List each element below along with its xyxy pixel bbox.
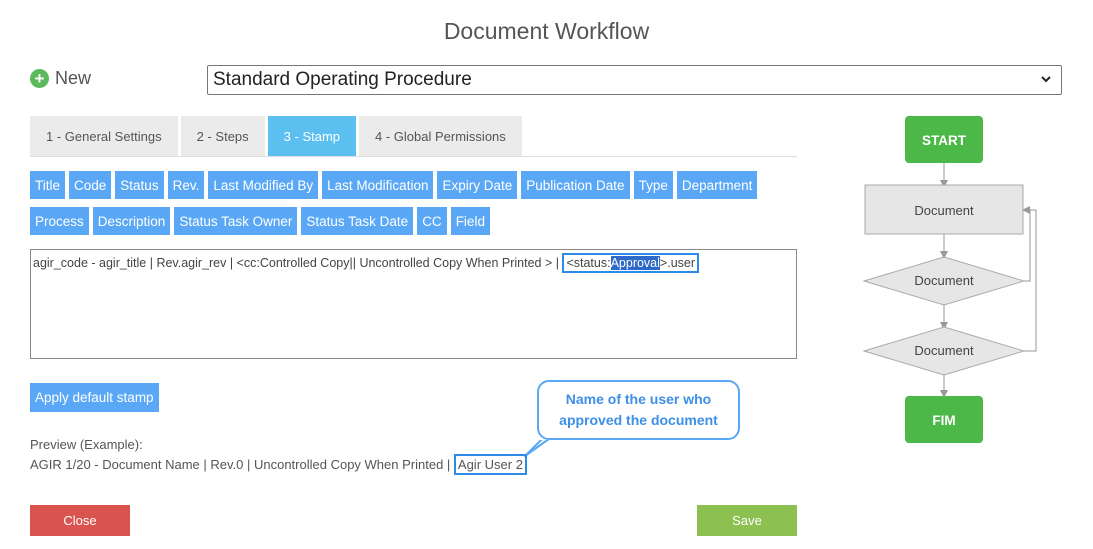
flow-decision-label-2: Document [914, 343, 974, 358]
field-button-description[interactable]: Description [92, 207, 171, 235]
field-buttons-row-2: Process Description Status Task Owner St… [30, 207, 490, 235]
flow-decision-label-1: Document [914, 273, 974, 288]
preview-label: Preview (Example): [30, 437, 143, 452]
close-button[interactable]: Close [30, 505, 130, 536]
tab-label: 3 - Stamp [283, 128, 341, 144]
status-token-selection: Approval [610, 256, 660, 270]
field-button-expiry-date[interactable]: Expiry Date [437, 171, 518, 199]
tab-general-settings[interactable]: 1 - General Settings [30, 116, 178, 156]
preview-text: AGIR 1/20 - Document Name | Rev.0 | Unco… [30, 454, 527, 475]
tab-global-permissions[interactable]: 4 - Global Permissions [359, 116, 522, 156]
workflow-diagram: START Document Document Document FIM [850, 110, 1050, 455]
flow-start-label: START [922, 133, 966, 148]
tab-label: 4 - Global Permissions [375, 128, 506, 144]
callout-bubble: Name of the user who approved the docume… [537, 380, 740, 440]
tab-steps[interactable]: 2 - Steps [180, 116, 265, 156]
field-button-type[interactable]: Type [633, 171, 673, 199]
callout-line-1: Name of the user who [565, 391, 712, 407]
tab-bar: 1 - General Settings 2 - Steps 3 - Stamp… [30, 116, 797, 157]
plus-circle-icon: + [30, 69, 49, 88]
chevron-down-icon [1041, 76, 1051, 83]
callout-line-2: approved the document [559, 412, 718, 428]
stamp-text: agir_code - agir_title | Rev.agir_rev | … [33, 256, 563, 270]
tab-label: 1 - General Settings [46, 128, 162, 144]
preview-stamp: AGIR 1/20 - Document Name | Rev.0 | Unco… [30, 457, 454, 472]
status-token-highlight: <status:Approval>.user [562, 253, 700, 273]
workflow-select[interactable]: Standard Operating Procedure [207, 65, 1062, 95]
field-button-last-modified-by[interactable]: Last Modified By [208, 171, 319, 199]
field-button-last-modification[interactable]: Last Modification [322, 171, 434, 199]
page-title: Document Workflow [443, 18, 650, 44]
flow-return-connector-1 [1022, 206, 1031, 282]
field-button-status-task-date[interactable]: Status Task Date [301, 207, 414, 235]
flow-end-label: FIM [932, 413, 956, 428]
new-button[interactable]: + New [30, 68, 91, 89]
field-button-process[interactable]: Process [30, 207, 89, 235]
field-button-status-task-owner[interactable]: Status Task Owner [174, 207, 298, 235]
field-button-cc[interactable]: CC [417, 207, 447, 235]
field-button-rev[interactable]: Rev. [167, 171, 205, 199]
field-button-status[interactable]: Status [115, 171, 164, 199]
stamp-textarea[interactable]: agir_code - agir_title | Rev.agir_rev | … [30, 249, 797, 359]
tab-label: 2 - Steps [196, 128, 249, 144]
field-button-department[interactable]: Department [676, 171, 758, 199]
preview-user-highlight: Agir User 2 [453, 454, 527, 475]
apply-default-stamp-button[interactable]: Apply default stamp [30, 383, 159, 412]
field-button-field[interactable]: Field [450, 207, 490, 235]
status-token-prefix: <status: [566, 256, 611, 270]
save-button[interactable]: Save [697, 505, 797, 536]
workflow-select-value: Standard Operating Procedure [213, 69, 472, 90]
field-button-publication-date[interactable]: Publication Date [521, 171, 630, 199]
flow-document-label: Document [914, 203, 974, 218]
status-token-suffix: >.user [659, 256, 696, 270]
field-button-title[interactable]: Title [30, 171, 66, 199]
new-button-label: New [55, 68, 92, 88]
field-buttons-row-1: Title Code Status Rev. Last Modified By … [30, 171, 758, 199]
tab-stamp[interactable]: 3 - Stamp [267, 116, 357, 156]
field-button-code[interactable]: Code [69, 171, 112, 199]
